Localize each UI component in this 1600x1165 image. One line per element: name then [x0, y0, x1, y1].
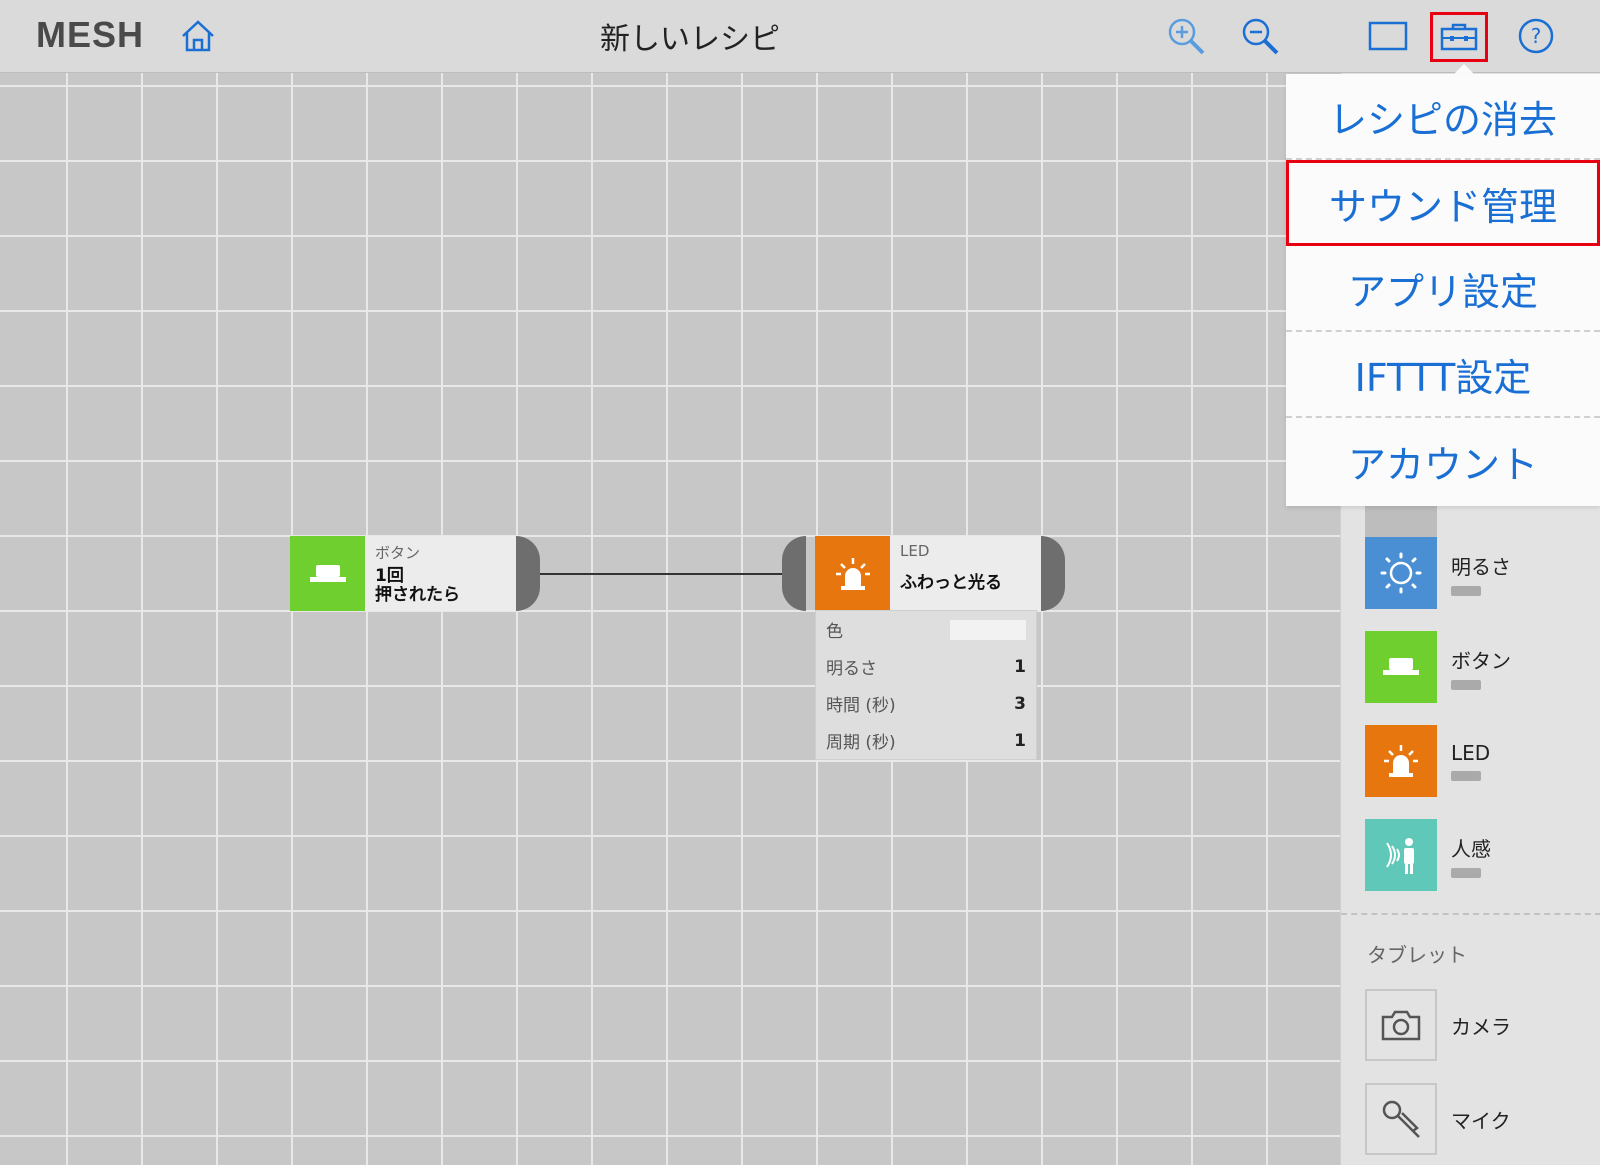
battery-icon	[1451, 585, 1481, 596]
led-tag-icon	[815, 536, 890, 611]
tablet-name: マイク	[1451, 1108, 1511, 1133]
brightness-icon	[1365, 537, 1437, 609]
connection-wire	[540, 573, 782, 575]
led-properties-panel[interactable]: 色 明るさ 1 時間 (秒) 3 周期 (秒) 1	[815, 610, 1037, 760]
color-swatch[interactable]	[950, 619, 1026, 640]
zoom-in-icon[interactable]	[1162, 12, 1210, 60]
prop-label: 周期 (秒)	[826, 733, 896, 753]
menu-item-sound-management[interactable]: サウンド管理	[1286, 160, 1600, 246]
tag-item-brightness[interactable]: 明るさ	[1365, 537, 1511, 609]
page-title: 新しいレシピ	[600, 22, 780, 57]
tag-item-button[interactable]: ボタン	[1365, 631, 1511, 703]
prop-color[interactable]: 色	[816, 611, 1036, 648]
prop-duration[interactable]: 時間 (秒) 3	[816, 685, 1036, 722]
menu-item-app-settings[interactable]: アプリ設定	[1286, 246, 1600, 332]
prop-brightness[interactable]: 明るさ 1	[816, 648, 1036, 685]
block-category: LED	[900, 542, 930, 560]
block-action-line2: 押されたら	[375, 585, 460, 605]
tag-name: 人感	[1451, 836, 1491, 861]
prop-value: 3	[1014, 693, 1026, 714]
button-tag-icon	[290, 536, 365, 611]
motion-icon	[1365, 819, 1437, 891]
menu-item-account[interactable]: アカウント	[1286, 418, 1600, 504]
led-block[interactable]: LED ふわっと光る	[815, 536, 1041, 611]
home-icon[interactable]	[176, 14, 220, 58]
toolbox-menu: レシピの消去 サウンド管理 アプリ設定 IFTTT設定 アカウント	[1286, 74, 1600, 506]
menu-item-clear-recipe[interactable]: レシピの消去	[1286, 74, 1600, 160]
recipe-canvas[interactable]	[0, 73, 1340, 1165]
tablet-item-camera[interactable]: カメラ	[1365, 989, 1511, 1061]
tablet-name: カメラ	[1451, 1014, 1511, 1039]
prop-value: 1	[1014, 656, 1026, 677]
input-connector[interactable]	[782, 536, 806, 611]
zoom-out-icon[interactable]	[1236, 12, 1284, 60]
svg-text:?: ?	[1531, 24, 1542, 48]
menu-item-ifttt-settings[interactable]: IFTTT設定	[1286, 332, 1600, 418]
tablet-section-label: タブレット	[1367, 943, 1467, 967]
block-category: ボタン	[375, 544, 421, 562]
prop-value: 1	[1014, 730, 1026, 751]
tag-item-motion[interactable]: 人感	[1365, 819, 1491, 891]
help-icon[interactable]: ?	[1512, 12, 1560, 60]
prop-cycle[interactable]: 周期 (秒) 1	[816, 722, 1036, 759]
toolbox-icon[interactable]	[1430, 12, 1488, 62]
tablet-item-microphone[interactable]: マイク	[1365, 1083, 1511, 1155]
prop-label: 時間 (秒)	[826, 696, 896, 716]
microphone-icon	[1365, 1083, 1437, 1155]
led-block-text: LED ふわっと光る	[890, 536, 1012, 611]
tag-item-led[interactable]: LED	[1365, 725, 1490, 797]
button-block-text: ボタン 1回 押されたら	[365, 536, 470, 611]
block-action: ふわっと光る	[900, 573, 1002, 593]
battery-icon	[1451, 867, 1481, 878]
battery-icon	[1451, 679, 1481, 690]
frame-icon[interactable]	[1364, 14, 1412, 58]
app-logo: MESH	[36, 14, 145, 55]
tag-name: LED	[1451, 741, 1491, 765]
battery-icon	[1451, 771, 1481, 781]
led-icon	[1365, 725, 1437, 797]
prop-label: 明るさ	[826, 659, 877, 679]
tag-name: 明るさ	[1451, 554, 1511, 579]
header-bar: MESH 新しいレシピ ?	[0, 0, 1600, 73]
camera-icon	[1365, 989, 1437, 1061]
button-block[interactable]: ボタン 1回 押されたら	[290, 536, 516, 611]
panel-divider	[1341, 913, 1600, 915]
button-icon	[1365, 631, 1437, 703]
tag-name: ボタン	[1451, 648, 1511, 673]
block-action-line1: 1回	[375, 566, 404, 586]
prop-label: 色	[826, 622, 843, 642]
